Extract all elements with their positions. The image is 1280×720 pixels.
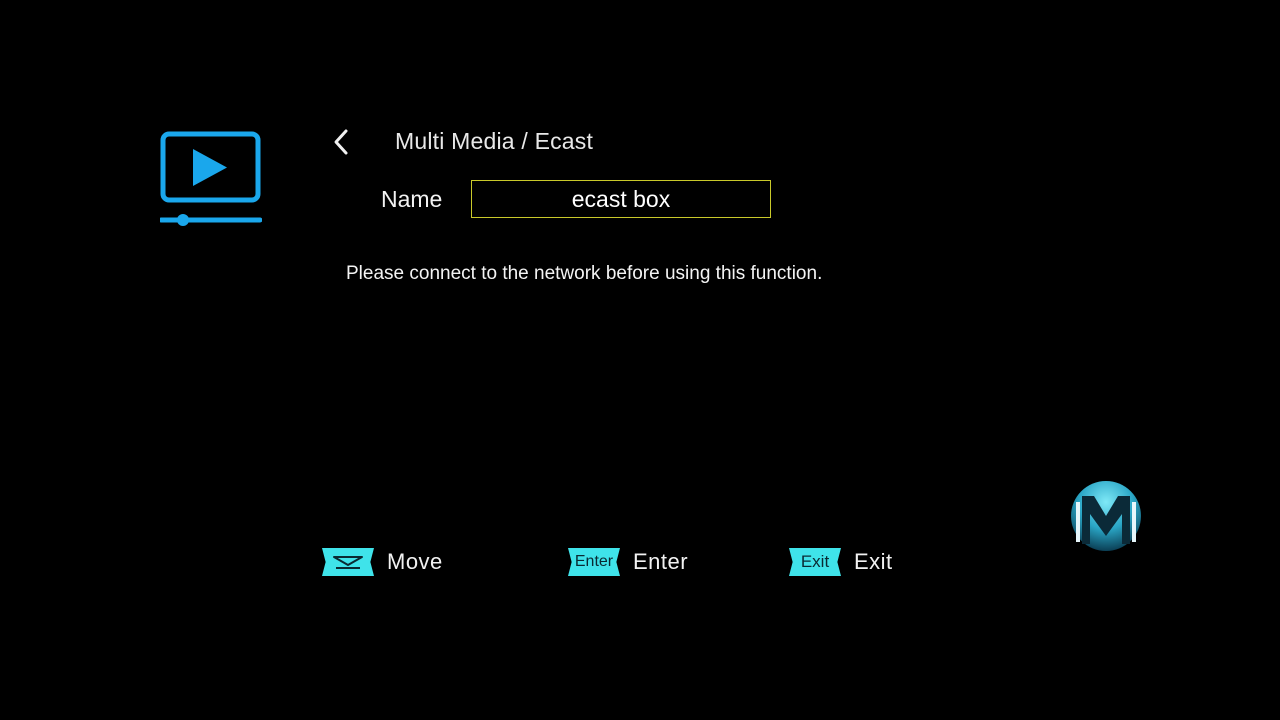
move-hint[interactable]: Move [322,546,443,578]
up-down-arrows-icon [333,556,363,569]
breadcrumb: Multi Media / Ecast [395,128,594,154]
exit-label: Exit [854,549,893,574]
enter-key-badge: Enter [568,548,620,576]
network-notice: Please connect to the network before usi… [346,263,823,284]
play-monitor-icon [160,131,262,226]
exit-key-badge: Exit [789,548,841,576]
exit-hint[interactable]: Exit Exit [789,546,893,578]
chevron-left-icon[interactable] [330,128,354,156]
ecast-screen: Multi Media / Ecast Name Please connect … [0,0,1280,720]
name-label: Name [381,186,443,212]
move-key-badge [322,548,374,576]
m-logo-icon [1071,481,1141,551]
enter-label: Enter [633,549,689,574]
move-label: Move [387,549,443,574]
name-field[interactable] [471,180,771,218]
enter-hint[interactable]: Enter Enter [568,546,688,578]
